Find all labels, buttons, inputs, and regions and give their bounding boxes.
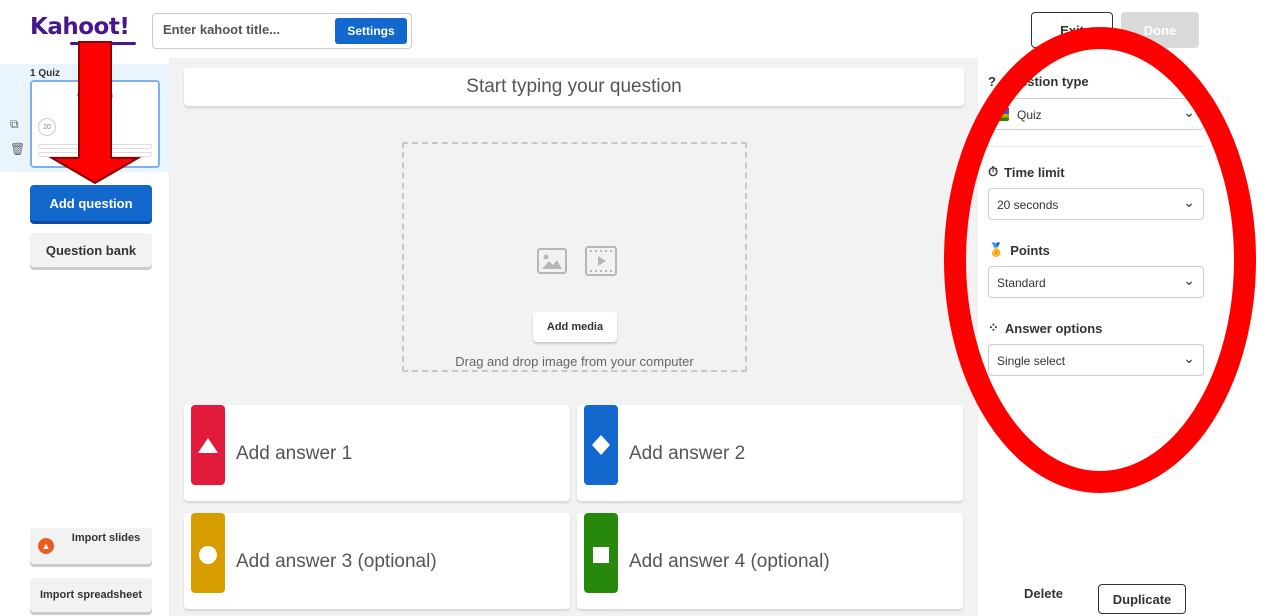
diamond-icon [592,435,610,455]
points-section: 🏅 Points Standard ⌄ [988,242,1204,298]
kahoot-logo[interactable]: Kahoot! [30,14,130,40]
duplicate-slide-icon[interactable]: ⧉ [10,117,19,132]
slide-sidebar: 1 Quiz ⧉ 🗑 Question 20 Add question Ques… [0,58,170,616]
question-input[interactable]: Start typing your question [184,68,964,106]
answer-3-color-tab [191,513,225,593]
answer-options-section: ⁘ Answer options Single select ⌄ [988,320,1204,376]
settings-button[interactable]: Settings [335,18,407,44]
points-title: 🏅 Points [988,242,1050,258]
points-select[interactable]: Standard ⌄ [988,266,1204,298]
add-media-button[interactable]: Add media [533,312,617,342]
answer-2-field[interactable]: Add answer 2 [577,405,963,501]
duplicate-button[interactable]: Duplicate [1098,584,1186,614]
answer-options-value: Single select [997,354,1066,368]
time-limit-select[interactable]: 20 seconds ⌄ [988,188,1204,220]
answer-2-color-tab [584,405,618,485]
answer-4-label: Add answer 4 (optional) [629,551,830,572]
chevron-down-icon: ⌄ [1183,194,1195,210]
question-type-section: ? Question type Quiz ⌄ [988,74,1204,130]
slide-label: 1 Quiz [30,68,61,79]
thumbnail-answer-line [38,144,152,149]
kahoot-title-input[interactable] [163,22,303,37]
exit-button[interactable]: Exit [1031,12,1113,48]
logo-underline [70,42,136,45]
powerpoint-icon: ▲ [38,538,54,554]
top-bar: Kahoot! Settings Exit Done [0,0,1271,58]
answer-1-color-tab [191,405,225,485]
answer-options-title: ⁘ Answer options [988,320,1103,336]
answer-options-icon: ⁘ [988,320,999,335]
answer-1-field[interactable]: Add answer 1 [184,405,570,501]
media-dropzone-hint: Drag and drop image from your computer [455,354,694,369]
image-icon [537,248,567,274]
add-question-button[interactable]: Add question [30,185,152,221]
answer-2-label: Add answer 2 [629,443,746,464]
slide-item-1[interactable]: 1 Quiz ⧉ 🗑 Question 20 [0,64,170,172]
done-button[interactable]: Done [1121,12,1199,48]
answer-1-label: Add answer 1 [236,443,353,464]
chevron-down-icon: ⌄ [1183,272,1195,288]
delete-button[interactable]: Delete [1024,586,1063,601]
time-limit-section: ⏱ Time limit 20 seconds ⌄ [988,164,1204,220]
thumbnail-title: Question [76,90,114,100]
answer-3-label: Add answer 3 (optional) [236,551,437,572]
media-dropzone[interactable]: Add media Drag and drop image from your … [402,142,747,372]
time-limit-title: ⏱ Time limit [988,164,1065,180]
answer-options-select[interactable]: Single select ⌄ [988,344,1204,376]
import-slides-button[interactable]: ▲ Import slides [30,528,152,564]
trash-icon[interactable]: 🗑 [10,142,25,156]
video-icon [585,246,617,276]
points-value: Standard [997,276,1046,290]
thumbnail-timer: 20 [38,118,56,136]
question-type-select[interactable]: Quiz ⌄ [988,98,1204,130]
answer-4-field[interactable]: Add answer 4 (optional) [577,513,963,609]
answer-4-color-tab [584,513,618,593]
question-settings-panel: ? Question type Quiz ⌄ ⏱ Time limit 20 sec… [978,58,1216,616]
question-type-value: Quiz [1017,108,1042,122]
import-spreadsheet-button[interactable]: Import spreadsheet [30,578,152,612]
question-type-title: ? Question type [988,74,1089,89]
time-limit-value: 20 seconds [997,198,1059,212]
panel-divider [988,146,1204,147]
square-icon [593,547,609,563]
question-editor: Start typing your question Add media Dra… [170,58,978,616]
question-type-icon: ? [988,74,996,89]
chevron-down-icon: ⌄ [1183,350,1195,366]
import-slides-label: Import slides [71,532,141,544]
chevron-down-icon: ⌄ [1183,104,1195,120]
question-bank-button[interactable]: Question bank [30,233,152,267]
quiz-icon [997,107,1009,121]
slide-thumbnail[interactable]: Question 20 [30,80,160,168]
circle-icon [199,546,217,564]
kahoot-title-field[interactable]: Settings [152,13,412,49]
answer-3-field[interactable]: Add answer 3 (optional) [184,513,570,609]
thumbnail-answer-line [38,152,152,157]
triangle-icon [198,438,218,453]
clock-icon: ⏱ [988,164,999,179]
award-icon: 🏅 [988,242,1005,257]
